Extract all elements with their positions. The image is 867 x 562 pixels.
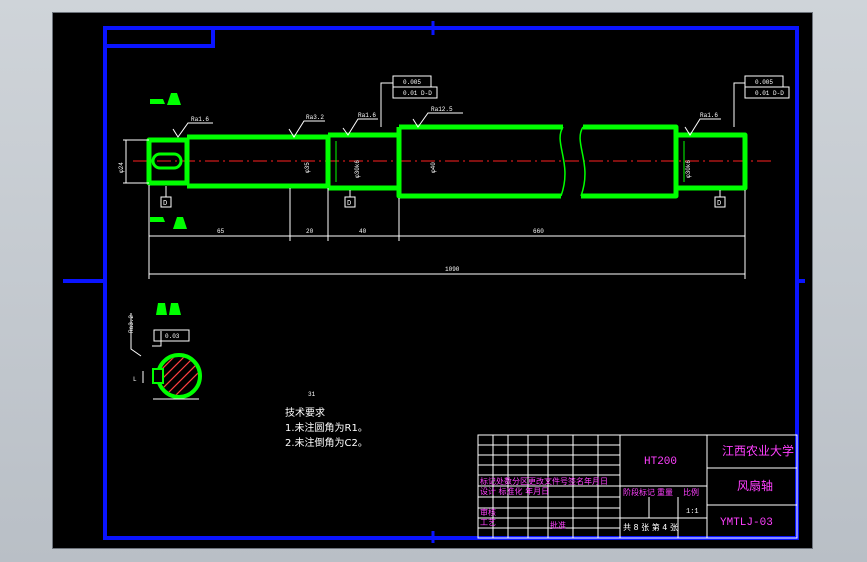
tol-left-datum: D-D (421, 90, 432, 97)
title-block: HT200 江西农业大学 风扇轴 YMTLJ-03 标记处数分区更改文件号签名年… (477, 434, 798, 539)
tolerance-frame-right: 0.005 0.01 D-D (744, 75, 790, 99)
title-approve-label: 批准 (550, 520, 566, 530)
drawing-canvas: 65 20 40 660 1090 31 φ24 φ35 φ30k6 φ40 φ… (63, 21, 805, 543)
section-arrow-bottom-left (150, 217, 165, 222)
cross-section: 0.03 Ra3.2 L (128, 313, 202, 400)
title-weight-label: 重量 (657, 487, 673, 497)
section-label-glyph-2 (169, 303, 181, 315)
title-drawing-number: YMTLJ-03 (720, 517, 773, 529)
tech-req-line-1: 1.未注圆角为R1。 (285, 421, 368, 434)
leader-left-tol (380, 82, 393, 127)
break-curve-2 (579, 126, 586, 197)
section-markers (150, 93, 187, 315)
roughness-label-4: Ra12.5 (431, 106, 453, 113)
tech-req-heading: 技术要求 (285, 406, 325, 419)
dim-dia-2: φ35 (304, 162, 311, 173)
cad-viewer: 65 20 40 660 1090 31 φ24 φ35 φ30k6 φ40 φ… (0, 0, 867, 562)
technical-requirements: 技术要求 1.未注圆角为R1。 2.未注倒角为C2。 (285, 406, 368, 449)
title-part-name: 风扇轴 (737, 478, 773, 493)
tol-right-value-1: 0.005 (755, 79, 773, 86)
leader-right-tol (733, 82, 745, 127)
title-sheets-label: 共 8 张 第 4 张 (623, 522, 678, 532)
dim-length-4: 660 (533, 228, 544, 235)
tol-right-value-2: 0.01 (755, 90, 770, 97)
dim-length-1: 65 (217, 228, 225, 235)
section-arrow-top-right (167, 93, 181, 105)
section-key-label: L (133, 376, 137, 383)
roughness-label-5: Ra1.6 (700, 112, 718, 119)
section-keyway (152, 368, 164, 384)
dim-dia-5: φ30k6 (685, 160, 692, 178)
dim-length-3: 40 (359, 228, 367, 235)
frame-border (103, 26, 799, 540)
title-review-label: 审核 (480, 507, 496, 517)
section-roughness-label: Ra3.2 (128, 315, 135, 333)
title-design-row: 设计 标准化 年月日 (480, 486, 549, 496)
title-scale-value: 1:1 (686, 508, 699, 516)
section-label-glyph-1 (156, 303, 167, 315)
title-block-texts: HT200 江西农业大学 风扇轴 YMTLJ-03 标记处数分区更改文件号签名年… (480, 443, 794, 532)
frame-corner-tab (105, 28, 215, 48)
dim-dia-1: φ24 (118, 162, 125, 173)
title-stage-label: 阶段标记 (623, 487, 655, 497)
title-material: HT200 (644, 456, 677, 468)
title-revision-row: 标记处数分区更改文件号签名年月日 (480, 476, 608, 486)
dim-overall-length: 1090 (445, 266, 460, 273)
drawing-sheet: 65 20 40 660 1090 31 φ24 φ35 φ30k6 φ40 φ… (53, 13, 812, 548)
datum-label-1: D (163, 200, 167, 208)
roughness-texts: Ra1.6 Ra3.2 Ra1.6 Ra12.5 Ra1.6 (191, 106, 718, 123)
section-tol-leader (152, 331, 162, 347)
roughness-label-2: Ra3.2 (306, 114, 324, 121)
tol-left-value-1: 0.005 (403, 79, 421, 86)
dim-keyway-width: 31 (308, 391, 316, 398)
title-scale-label: 比例 (683, 487, 699, 497)
tol-right-datum: D-D (773, 90, 784, 97)
dim-dia-4: φ40 (430, 162, 437, 173)
roughness-label-3: Ra1.6 (358, 112, 376, 119)
section-tol-value: 0.03 (165, 333, 180, 340)
roughness-label-1: Ra1.6 (191, 116, 209, 123)
tol-left-value-2: 0.01 (403, 90, 418, 97)
section-arrow-top-left (150, 99, 165, 104)
title-institution: 江西农业大学 (722, 443, 794, 458)
tech-req-line-2: 2.未注倒角为C2。 (285, 436, 368, 449)
tolerance-frame-left: 0.005 0.01 D-D (392, 75, 438, 99)
dim-dia-3: φ30k6 (354, 160, 361, 178)
dim-length-2: 20 (306, 228, 314, 235)
datum-label-3: D (717, 200, 721, 208)
section-arrow-bottom-right (173, 217, 187, 229)
datum-label-2: D (347, 200, 351, 208)
title-craft-label: 工艺 (480, 518, 496, 527)
